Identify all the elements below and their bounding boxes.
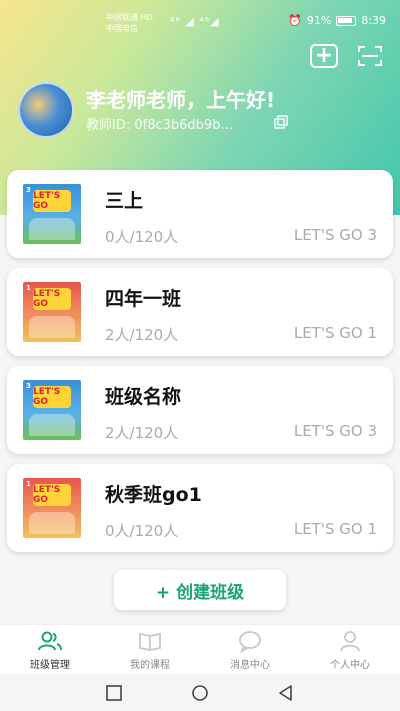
bottom-tab-bar: 班级管理 我的课程 消息中心 个人中心 [0, 624, 400, 674]
textbook-name: LET'S GO 1 [293, 324, 377, 342]
class-name: 秋季班go1 [105, 484, 202, 506]
carrier-info: 中国联通 HD 中国电信 [106, 13, 153, 33]
student-count: 2人/120人 [105, 326, 179, 344]
back-icon[interactable] [277, 684, 295, 702]
copy-icon[interactable] [274, 114, 288, 129]
lets-go-logo: LET'S GO [33, 484, 71, 506]
textbook-name: LET'S GO 3 [293, 422, 377, 440]
class-card[interactable]: 3 LET'S GO 班级名称 2人/120人 LET'S GO 3 [7, 366, 393, 454]
book-icon [139, 632, 161, 651]
book-cover-image: 1 LET'S GO [23, 282, 81, 342]
class-name: 班级名称 [105, 386, 182, 408]
person-icon [340, 630, 360, 651]
lets-go-logo: LET'S GO [33, 288, 71, 310]
tab-message-center[interactable]: 消息中心 [200, 625, 300, 674]
lets-go-logo: LET'S GO [33, 190, 71, 212]
book-cover-image: 3 LET'S GO [23, 380, 81, 440]
class-name: 三上 [105, 190, 144, 212]
signal-icon: ⁴⁶ ◢ ⁴⁶◢ [170, 15, 220, 28]
recents-icon[interactable] [105, 684, 123, 702]
class-card[interactable]: 3 LET'S GO 三上 0人/120人 LET'S GO 3 [7, 170, 393, 258]
teacher-id: 教师ID: 0f8c3b6db9b... [86, 118, 233, 133]
battery-percent: 91% [306, 14, 332, 27]
alarm-icon: ⏰ [288, 14, 302, 27]
textbook-name: LET'S GO 1 [293, 520, 377, 538]
people-icon [38, 631, 62, 650]
home-icon[interactable] [191, 684, 209, 702]
book-cover-image: 1 LET'S GO [23, 478, 81, 538]
chat-icon [239, 630, 261, 653]
tab-my-courses[interactable]: 我的课程 [100, 625, 200, 674]
class-name: 四年一班 [105, 288, 182, 310]
book-cover-image: 3 LET'S GO [23, 184, 81, 244]
system-navigation-bar [0, 674, 400, 711]
tab-class-management[interactable]: 班级管理 [0, 625, 100, 674]
add-icon[interactable]: + [310, 44, 338, 68]
scan-icon[interactable] [356, 44, 384, 68]
greeting-text: 李老师老师，上午好! [86, 88, 276, 112]
class-card[interactable]: 1 LET'S GO 四年一班 2人/120人 LET'S GO 1 [7, 268, 393, 356]
student-count: 0人/120人 [105, 522, 179, 540]
student-count: 2人/120人 [105, 424, 179, 442]
status-bar: 中国联通 HD 中国电信 ⁴⁶ ◢ ⁴⁶◢ ⏰ 91% 8:39 [0, 0, 400, 40]
create-class-button[interactable]: + 创建班级 [114, 570, 286, 610]
clock: 8:39 [361, 14, 386, 27]
avatar[interactable] [18, 82, 74, 138]
student-count: 0人/120人 [105, 228, 179, 246]
tab-personal-center[interactable]: 个人中心 [300, 625, 400, 674]
class-card[interactable]: 1 LET'S GO 秋季班go1 0人/120人 LET'S GO 1 [7, 464, 393, 552]
textbook-name: LET'S GO 3 [293, 226, 377, 244]
battery-icon [336, 15, 357, 26]
lets-go-logo: LET'S GO [33, 386, 71, 408]
